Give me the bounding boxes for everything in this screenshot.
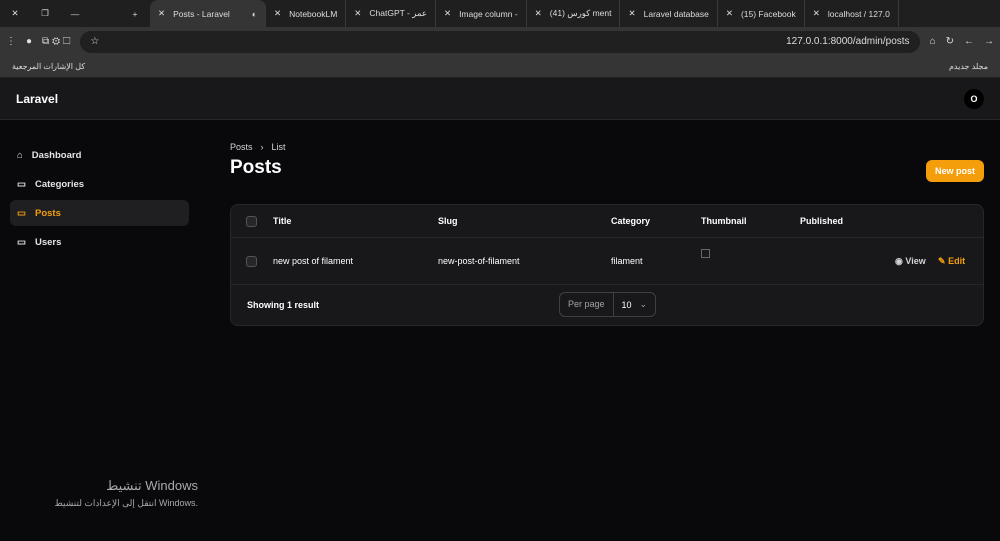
browser-tab[interactable]: ✕ Posts - Laravel ◐: [150, 0, 266, 27]
row-checkbox[interactable]: [246, 255, 257, 267]
browser-tab[interactable]: ✕ Image column -: [436, 0, 527, 27]
bookmarks-bar: كل الإشارات المرجعية مجلد جديدم: [0, 56, 1000, 78]
browser-tab[interactable]: ✕ ChatGPT - عمر: [346, 0, 436, 27]
tab-label: Laravel database: [643, 8, 709, 19]
view-action[interactable]: ◉ View: [895, 256, 926, 267]
table-footer: Showing 1 result Per page 10 ⌄: [231, 285, 983, 325]
profile-icon[interactable]: ●: [26, 36, 32, 47]
extensions-icon[interactable]: ⧉ ⚙ ☐: [42, 36, 70, 47]
browser-tab[interactable]: ✕ NotebookLM: [266, 0, 347, 27]
tab-label: Image column -: [459, 8, 518, 19]
avatar[interactable]: O: [964, 88, 984, 109]
new-tab-button[interactable]: +: [120, 9, 150, 19]
nav-label: Posts: [34, 207, 61, 219]
per-page-value: 10: [621, 299, 632, 310]
column-published: Published: [800, 216, 844, 226]
per-page-select[interactable]: Per page 10 ⌄: [559, 292, 657, 317]
address-bar[interactable]: ☆ 127.0.0.1:8000/admin/posts: [80, 30, 920, 53]
per-page-label: Per page: [560, 293, 614, 316]
tab-label: كورس (41) ment: [549, 8, 612, 18]
nav-label: Users: [34, 236, 62, 248]
home-icon[interactable]: ⌂: [930, 36, 936, 47]
sidebar-item-users[interactable]: ▭ Users: [10, 229, 189, 255]
sidebar-item-categories[interactable]: ▭ Categories: [10, 171, 189, 197]
url-text: 127.0.0.1:8000/admin/posts: [786, 36, 910, 47]
chevron-down-icon: ⌄: [639, 299, 648, 309]
bookmark-folder[interactable]: مجلد جديدم: [949, 62, 988, 71]
eye-icon: ◉: [895, 255, 903, 266]
column-thumbnail: Thumbnail: [701, 216, 747, 226]
browser-tab[interactable]: ✕ Laravel database: [620, 0, 718, 27]
close-icon[interactable]: ✕: [0, 8, 30, 19]
nav-label: Dashboard: [31, 149, 82, 161]
sidebar-item-dashboard[interactable]: ⌂ Dashboard: [10, 142, 189, 168]
page-title: Posts: [230, 157, 282, 178]
browser-tab[interactable]: ✕ كورس (41) ment: [527, 0, 621, 27]
posts-table: Title Slug Category Thumbnail Published …: [230, 204, 984, 326]
restore-icon[interactable]: ❐: [30, 8, 60, 19]
edit-label: Edit: [948, 255, 966, 266]
breadcrumb-posts[interactable]: Posts: [230, 142, 253, 152]
collection-icon: ▭: [17, 236, 26, 248]
main-content: Posts › List Posts New post Title Slug Cat…: [230, 142, 984, 326]
forward-icon[interactable]: →: [984, 36, 994, 47]
browser-toolbar: ⋮ ● ⧉ ⚙ ☐ ☆ 127.0.0.1:8000/admin/posts ⌂ …: [0, 27, 1000, 56]
home-icon: ⌂: [17, 149, 23, 161]
sidebar-item-posts[interactable]: ▭ Posts: [10, 200, 189, 226]
cell-category: filament: [611, 256, 643, 266]
collection-icon: ▭: [17, 178, 26, 190]
chevron-right-icon: ›: [260, 142, 264, 152]
windows-watermark: تنشيط Windows انتقل إلى الإعدادات لتنشيط…: [50, 478, 198, 509]
tab-strip: ✕ ❐ — + ✕ Posts - Laravel ◐ ✕ NotebookLM ✕ C…: [0, 0, 1000, 27]
tab-label: (15) Facebook: [740, 8, 796, 19]
column-title[interactable]: Title: [273, 216, 291, 226]
tab-label: NotebookLM: [289, 8, 338, 19]
column-category[interactable]: Category: [611, 216, 650, 226]
nav-label: Categories: [34, 178, 85, 190]
browser-tab[interactable]: ✕ localhost / 127.0: [805, 0, 899, 27]
browser-tab[interactable]: ✕ (15) Facebook: [718, 0, 805, 27]
app-topbar: Laravel O: [0, 78, 1000, 120]
broken-image-icon: [701, 249, 710, 258]
pencil-square-icon: ✎: [938, 255, 946, 266]
watermark-sub: انتقل إلى الإعدادات لتنشيط Windows.: [54, 498, 198, 508]
new-post-button[interactable]: New post: [925, 160, 984, 182]
brand-logo[interactable]: Laravel: [16, 92, 58, 106]
star-icon[interactable]: ☆: [90, 36, 99, 47]
view-label: View: [905, 255, 926, 266]
tab-label: localhost / 127.0: [827, 8, 890, 19]
tab-label: Posts - Laravel: [173, 8, 230, 19]
bookmark-all[interactable]: كل الإشارات المرجعية: [12, 62, 85, 71]
column-slug[interactable]: Slug: [438, 216, 458, 226]
watermark-title: تنشيط Windows: [106, 478, 198, 493]
cell-slug: new-post-of-filament: [438, 256, 520, 266]
edit-action[interactable]: ✎ Edit: [938, 256, 965, 267]
breadcrumb-list: List: [271, 142, 286, 152]
breadcrumb: Posts › List: [230, 142, 984, 152]
cell-title: new post of filament: [273, 256, 354, 266]
menu-icon[interactable]: ⋮: [6, 36, 16, 47]
table-row: new post of filament new-post-of-filamen…: [231, 238, 983, 285]
minimize-icon[interactable]: —: [60, 9, 90, 19]
sidebar: ⌂ Dashboard ▭ Categories ▭ Posts ▭ Users: [10, 142, 189, 258]
table-header: Title Slug Category Thumbnail Published: [231, 205, 983, 238]
select-all-checkbox[interactable]: [246, 215, 257, 227]
tab-label: ChatGPT - عمر: [369, 8, 427, 18]
results-count: Showing 1 result: [247, 300, 320, 310]
reload-icon[interactable]: ↻: [946, 36, 954, 47]
collection-icon: ▭: [17, 207, 26, 219]
back-icon[interactable]: ←: [964, 36, 974, 47]
